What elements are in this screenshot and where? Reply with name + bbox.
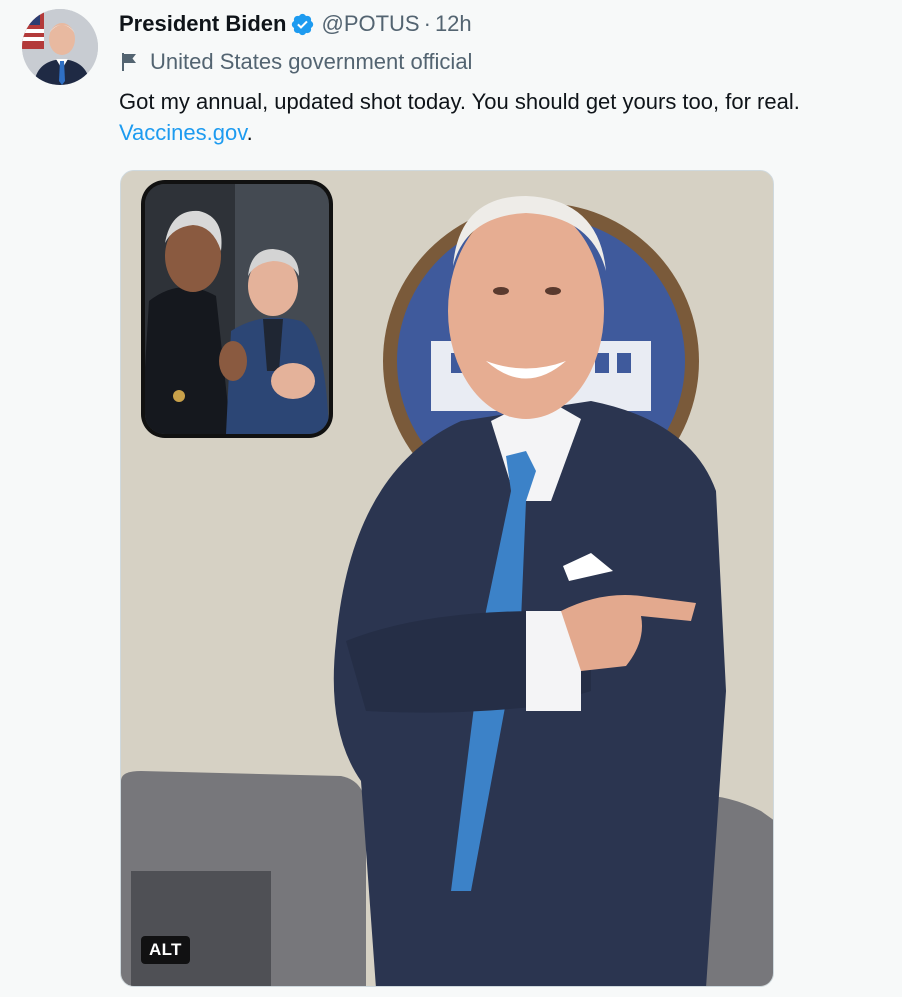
author-avatar[interactable] [22,9,98,85]
tweet[interactable]: President Biden @POTUS · 12h United Stat… [0,0,902,997]
author-handle[interactable]: @POTUS [321,11,419,37]
tweet-header: President Biden @POTUS · 12h [119,8,472,40]
tweet-text-tail: . [246,120,253,145]
government-label[interactable]: United States government official [119,46,472,78]
verified-badge-icon[interactable] [290,12,315,37]
tweet-timestamp[interactable]: 12h [435,11,472,37]
avatar-image [22,9,98,85]
tweet-photo[interactable]: ALT [120,170,774,987]
header-separator: · [423,11,431,36]
alt-text-button[interactable]: ALT [141,936,190,964]
government-label-text: United States government official [150,49,473,74]
photo-image [121,171,773,986]
tweet-text: Got my annual, updated shot today. You s… [119,86,889,148]
author-display-name[interactable]: President Biden [119,11,286,37]
tweet-body-text: Got my annual, updated shot today. You s… [119,89,800,114]
vaccines-link[interactable]: Vaccines.gov [119,120,247,145]
flag-icon [119,51,141,73]
